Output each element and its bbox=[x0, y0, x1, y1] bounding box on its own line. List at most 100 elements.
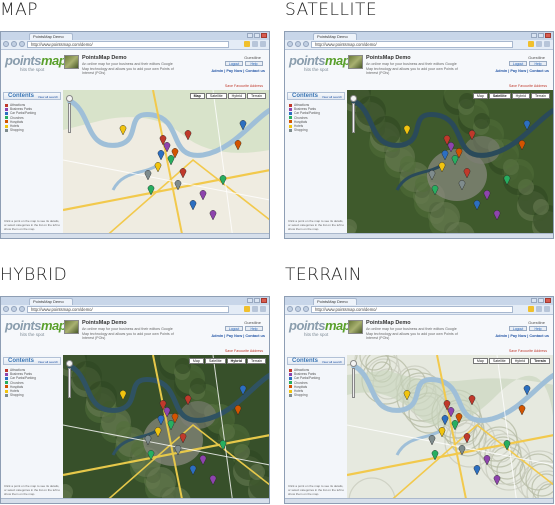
help-button[interactable]: Help bbox=[245, 326, 263, 331]
map-type-hybrid-button[interactable]: Hybrid bbox=[226, 358, 247, 364]
help-button[interactable]: Help bbox=[529, 61, 547, 66]
contents-links[interactable]: View all search bbox=[322, 360, 342, 364]
poi-marker-icon[interactable] bbox=[483, 190, 491, 201]
address-bar[interactable]: http://www.pointsmap.com/demo/ bbox=[311, 306, 513, 313]
poi-marker-icon[interactable] bbox=[518, 140, 526, 151]
address-bar[interactable]: http://www.pointsmap.com/demo/ bbox=[311, 41, 513, 48]
pointsmap-logo[interactable]: pointsmap hits the spot bbox=[289, 319, 351, 337]
page-menu-icon[interactable] bbox=[252, 41, 258, 47]
contents-links[interactable]: View all search bbox=[38, 95, 58, 99]
zoom-slider[interactable] bbox=[68, 368, 71, 398]
zoom-control[interactable] bbox=[350, 95, 357, 135]
minimize-icon[interactable] bbox=[531, 33, 537, 38]
logout-button[interactable]: Logout bbox=[509, 61, 527, 66]
refresh-icon[interactable] bbox=[19, 306, 25, 312]
map-type-hybrid-button[interactable]: Hybrid bbox=[227, 93, 247, 99]
close-icon[interactable] bbox=[261, 298, 267, 303]
browser-tab[interactable]: PointsMap Demo bbox=[29, 33, 73, 40]
page-menu-icon[interactable] bbox=[536, 41, 542, 47]
pan-control-icon[interactable] bbox=[66, 95, 73, 102]
poi-marker-icon[interactable] bbox=[483, 455, 491, 466]
refresh-icon[interactable] bbox=[303, 41, 309, 47]
map-satellite[interactable]: Map Satellite Hybrid Terrain bbox=[347, 90, 554, 239]
browser-tab[interactable]: PointsMap Demo bbox=[29, 298, 73, 305]
map-type-map-button[interactable]: Map bbox=[188, 358, 204, 364]
map-type-map-button[interactable]: Map bbox=[472, 358, 488, 364]
bookmark-star-icon[interactable] bbox=[528, 306, 534, 312]
map-type-hybrid-button[interactable]: Hybrid bbox=[511, 93, 531, 99]
back-icon[interactable] bbox=[287, 41, 293, 47]
maximize-icon[interactable] bbox=[254, 298, 260, 303]
maximize-icon[interactable] bbox=[538, 298, 544, 303]
wrench-icon[interactable] bbox=[544, 306, 550, 312]
refresh-icon[interactable] bbox=[19, 41, 25, 47]
map-type-terrain-button[interactable]: Terrain bbox=[247, 93, 266, 99]
forward-icon[interactable] bbox=[295, 306, 301, 312]
refresh-icon[interactable] bbox=[303, 306, 309, 312]
bookmark-star-icon[interactable] bbox=[244, 306, 250, 312]
favourite-address-link[interactable]: Save Favourite Address bbox=[509, 349, 547, 353]
page-menu-icon[interactable] bbox=[536, 306, 542, 312]
back-icon[interactable] bbox=[3, 41, 9, 47]
zoom-slider[interactable] bbox=[68, 103, 71, 133]
help-button[interactable]: Help bbox=[245, 61, 263, 66]
zoom-control[interactable] bbox=[350, 360, 357, 400]
zoom-control[interactable] bbox=[66, 95, 73, 135]
header-links[interactable]: Admin | Pay Now | Contact us bbox=[495, 69, 549, 73]
header-links[interactable]: Admin | Pay Now | Contact us bbox=[211, 334, 265, 338]
contents-links[interactable]: View all search bbox=[38, 360, 58, 364]
map-type-terrain-button[interactable]: Terrain bbox=[247, 358, 266, 364]
map-canvas[interactable] bbox=[347, 355, 554, 504]
forward-icon[interactable] bbox=[11, 306, 17, 312]
maximize-icon[interactable] bbox=[254, 33, 260, 38]
poi-marker-icon[interactable] bbox=[438, 427, 446, 438]
wrench-icon[interactable] bbox=[260, 306, 266, 312]
browser-tab[interactable]: PointsMap Demo bbox=[313, 33, 357, 40]
poi-marker-icon[interactable] bbox=[209, 475, 217, 486]
map-type-hybrid-button[interactable]: Hybrid bbox=[510, 358, 530, 364]
map-type-map-button[interactable]: Map bbox=[189, 93, 205, 99]
poi-marker-icon[interactable] bbox=[473, 200, 481, 211]
minimize-icon[interactable] bbox=[247, 298, 253, 303]
back-icon[interactable] bbox=[287, 306, 293, 312]
poi-marker-icon[interactable] bbox=[189, 465, 197, 476]
minimize-icon[interactable] bbox=[531, 298, 537, 303]
logout-button[interactable]: Logout bbox=[225, 326, 243, 331]
map-canvas[interactable] bbox=[347, 90, 554, 239]
pan-control-icon[interactable] bbox=[66, 360, 73, 367]
header-links[interactable]: Admin | Pay Now | Contact us bbox=[495, 334, 549, 338]
favourite-address-link[interactable]: Save Favourite Address bbox=[509, 84, 547, 88]
logout-button[interactable]: Logout bbox=[225, 61, 243, 66]
pan-control-icon[interactable] bbox=[350, 95, 357, 102]
map-canvas[interactable] bbox=[63, 355, 270, 504]
map-type-satellite-button[interactable]: Satellite bbox=[204, 358, 226, 364]
pan-control-icon[interactable] bbox=[350, 360, 357, 367]
pointsmap-logo[interactable]: pointsmap hits the spot bbox=[5, 319, 67, 337]
browser-tab[interactable]: PointsMap Demo bbox=[313, 298, 357, 305]
back-icon[interactable] bbox=[3, 306, 9, 312]
poi-marker-icon[interactable] bbox=[234, 405, 242, 416]
logout-button[interactable]: Logout bbox=[509, 326, 527, 331]
forward-icon[interactable] bbox=[295, 41, 301, 47]
zoom-control[interactable] bbox=[66, 360, 73, 400]
zoom-slider[interactable] bbox=[352, 103, 355, 133]
favourite-address-link[interactable]: Save Favourite Address bbox=[225, 84, 263, 88]
map-type-terrain-button[interactable]: Terrain bbox=[531, 93, 550, 99]
poi-marker-icon[interactable] bbox=[199, 455, 207, 466]
zoom-slider[interactable] bbox=[352, 368, 355, 398]
map-type-terrain-button[interactable]: Terrain bbox=[530, 358, 550, 364]
wrench-icon[interactable] bbox=[260, 41, 266, 47]
pointsmap-logo[interactable]: pointsmap hits the spot bbox=[5, 54, 67, 72]
poi-marker-icon[interactable] bbox=[403, 125, 411, 136]
map-type-map-button[interactable]: Map bbox=[472, 93, 488, 99]
address-bar[interactable]: http://www.pointsmap.com/demo/ bbox=[27, 41, 229, 48]
map-canvas[interactable] bbox=[63, 90, 270, 239]
close-icon[interactable] bbox=[261, 33, 267, 38]
page-menu-icon[interactable] bbox=[252, 306, 258, 312]
poi-marker-icon[interactable] bbox=[518, 405, 526, 416]
map-terrain[interactable]: Map Satellite Hybrid Terrain bbox=[347, 355, 554, 504]
poi-marker-icon[interactable] bbox=[493, 210, 501, 221]
favourite-address-link[interactable]: Save Favourite Address bbox=[225, 349, 263, 353]
wrench-icon[interactable] bbox=[544, 41, 550, 47]
help-button[interactable]: Help bbox=[529, 326, 547, 331]
